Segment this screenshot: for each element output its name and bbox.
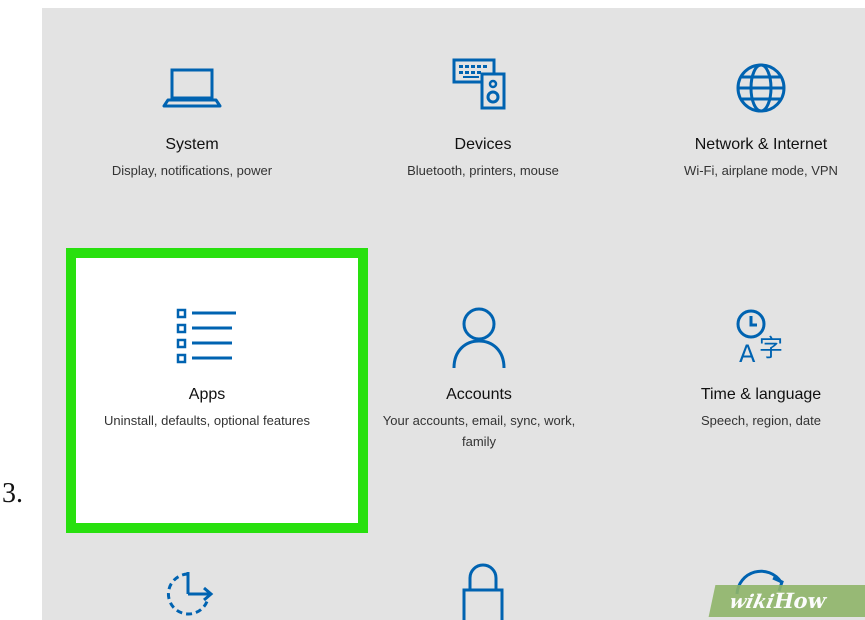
tile-apps-title: Apps [188, 386, 226, 403]
apps-list-icon [92, 306, 322, 371]
tile-system[interactable]: System Display, notifications, power [77, 8, 307, 228]
laptop-icon [77, 66, 307, 117]
tile-system-desc: Display, notifications, power [111, 163, 273, 178]
wikihow-watermark: wikiHow [708, 585, 865, 617]
tile-system-title: System [165, 136, 219, 153]
tile-time-language-title: Time & language [700, 386, 822, 403]
update-arrow-icon [77, 568, 307, 620]
devices-icon [368, 56, 598, 117]
globe-icon [646, 60, 865, 121]
step-number: 3. [2, 478, 23, 509]
tile-time-language-desc: Speech, region, date [701, 413, 821, 428]
svg-text:A: A [739, 340, 756, 366]
tile-update[interactable] [77, 548, 307, 620]
tile-accounts-desc: Your accounts, email, sync, work, family [382, 413, 576, 449]
tile-apps[interactable]: Apps Uninstall, defaults, optional featu… [92, 258, 322, 498]
tile-network[interactable]: Network & Internet Wi-Fi, airplane mode,… [646, 8, 865, 228]
tile-accounts-title: Accounts [446, 386, 512, 403]
svg-text:字: 字 [759, 334, 783, 362]
tile-devices-desc: Bluetooth, printers, mouse [407, 163, 559, 178]
tile-time-language[interactable]: A 字 Time & language Speech, region, date [646, 258, 865, 498]
tile-accounts[interactable]: Accounts Your accounts, email, sync, wor… [364, 258, 594, 498]
time-language-icon: A 字 [646, 306, 865, 371]
tile-devices-title: Devices [454, 136, 512, 153]
tile-devices[interactable]: Devices Bluetooth, printers, mouse [368, 8, 598, 228]
tile-apps-desc: Uninstall, defaults, optional features [104, 413, 310, 428]
settings-window: System Display, notifications, power Dev… [42, 8, 865, 620]
tile-privacy[interactable] [368, 548, 598, 620]
tile-network-title: Network & Internet [694, 136, 828, 153]
lock-icon [368, 558, 598, 620]
tile-network-desc: Wi-Fi, airplane mode, VPN [684, 163, 838, 178]
person-icon [364, 304, 594, 375]
